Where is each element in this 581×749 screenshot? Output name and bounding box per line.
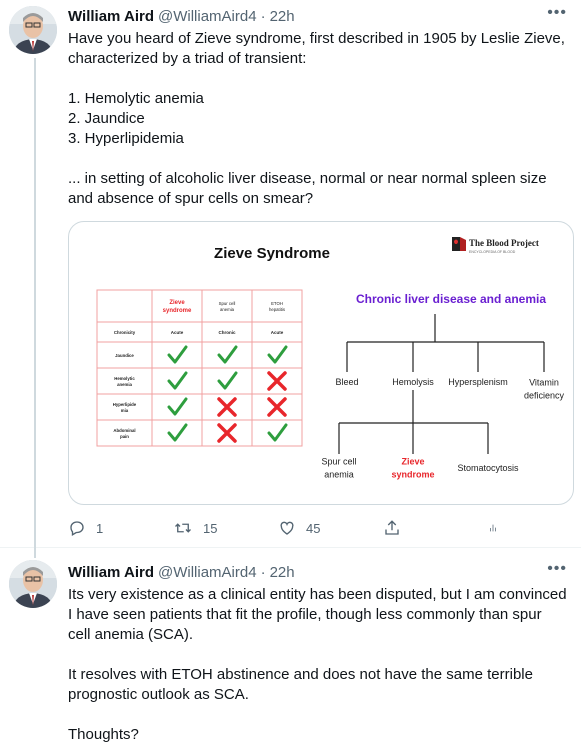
check-mark — [267, 423, 288, 442]
tree-level2-node: Zieve syndrome — [391, 457, 434, 480]
cross-mark — [217, 423, 237, 443]
reply-button[interactable]: 1 — [68, 519, 173, 537]
share-icon — [385, 520, 399, 535]
more-icon[interactable]: ••• — [547, 560, 567, 578]
separator: · — [260, 563, 266, 581]
comparison-table: Zieve syndrome Spur cell anemia ETOH hepatiti… — [96, 289, 303, 447]
blood-project-logo: The Blood Project ENCYCLOPEDIA OF BLOOD — [452, 237, 539, 254]
table-header: Zieve syndrome — [163, 300, 192, 314]
author-name[interactable]: William Aird — [68, 8, 154, 25]
cross-mark — [267, 397, 287, 417]
tweet-1[interactable]: ••• William Aird @WilliamAird4 · 22h Hav… — [0, 0, 581, 558]
like-count: 45 — [306, 520, 321, 536]
tweet-header: William Aird @WilliamAird4 · 22h — [68, 562, 569, 582]
cross-mark — [217, 397, 237, 417]
check-mark — [167, 345, 188, 364]
table-cell: Acute — [171, 330, 184, 335]
author-handle[interactable]: @WilliamAird4 — [158, 564, 257, 581]
check-mark — [217, 345, 238, 364]
analytics-button[interactable] — [488, 519, 508, 537]
table-row-label: Hemolytic anemia — [114, 376, 135, 387]
tree-level2-node: Stomatocytosis — [457, 463, 519, 473]
check-mark — [217, 371, 238, 390]
retweet-icon — [175, 523, 191, 533]
tree-level1-node: Vitamin deficiency — [524, 378, 565, 401]
table-cell: Acute — [271, 330, 284, 335]
logo-subtext: ENCYCLOPEDIA OF BLOOD — [469, 250, 516, 254]
tree-root: Chronic liver disease and anemia — [356, 292, 546, 306]
table-row-label: Jaundice — [115, 353, 134, 358]
share-button[interactable] — [383, 519, 488, 537]
reply-icon — [70, 521, 84, 536]
tree-level2-node: Spur cell anemia — [321, 457, 356, 480]
reply-count: 1 — [96, 520, 104, 536]
media-title: Zieve Syndrome — [214, 245, 330, 262]
timestamp[interactable]: 22h — [270, 8, 295, 25]
table-cell: Chronic — [218, 330, 235, 335]
like-button[interactable]: 45 — [278, 519, 383, 537]
cross-mark — [267, 371, 287, 391]
analytics-icon — [490, 524, 496, 532]
retweet-count: 15 — [203, 520, 218, 536]
tweet-actions: 1 15 45 — [68, 517, 508, 539]
tweet-header: William Aird @WilliamAird4 · 22h — [68, 6, 569, 26]
timestamp[interactable]: 22h — [270, 564, 295, 581]
tree-level1-node: Hypersplenism — [448, 377, 508, 387]
check-mark — [167, 423, 188, 442]
avatar-image — [9, 560, 57, 608]
tree-diagram: Chronic liver disease and anemia Bleed Hem… — [321, 292, 564, 480]
tweet-text: Have you heard of Zieve syndrome, first … — [68, 30, 565, 207]
avatar[interactable] — [9, 560, 57, 608]
tree-level1-node: Hemolysis — [392, 377, 434, 387]
check-mark — [167, 397, 188, 416]
retweet-button[interactable]: 15 — [173, 519, 278, 537]
table-header: Spur cell anemia — [219, 301, 236, 312]
tweet-text: Its very existence as a clinical entity … — [68, 586, 567, 743]
avatar-image — [9, 6, 57, 54]
media-image: Zieve Syndrome The Blood Project ENCYCLO… — [96, 237, 565, 480]
check-mark — [267, 345, 288, 364]
tweet-media[interactable]: Zieve Syndrome The Blood Project ENCYCLO… — [68, 221, 574, 505]
table-row-label: Hyperlipide mia — [113, 402, 137, 413]
more-icon[interactable]: ••• — [547, 4, 567, 22]
separator: · — [260, 7, 266, 25]
table-row-label: Abdominal pain — [113, 428, 135, 439]
table-header: ETOH hepatitis — [269, 301, 285, 312]
author-name[interactable]: William Aird — [68, 564, 154, 581]
like-icon — [280, 521, 294, 535]
tweet-2[interactable]: ••• William Aird @WilliamAird4 · 22h Its… — [0, 548, 581, 748]
author-handle[interactable]: @WilliamAird4 — [158, 8, 257, 25]
table-row-label: Chronicity — [114, 330, 136, 335]
avatar[interactable] — [9, 6, 57, 54]
thread-line — [34, 58, 36, 558]
check-mark — [167, 371, 188, 390]
tree-level1-node: Bleed — [335, 377, 358, 387]
logo-text: The Blood Project — [469, 238, 539, 248]
